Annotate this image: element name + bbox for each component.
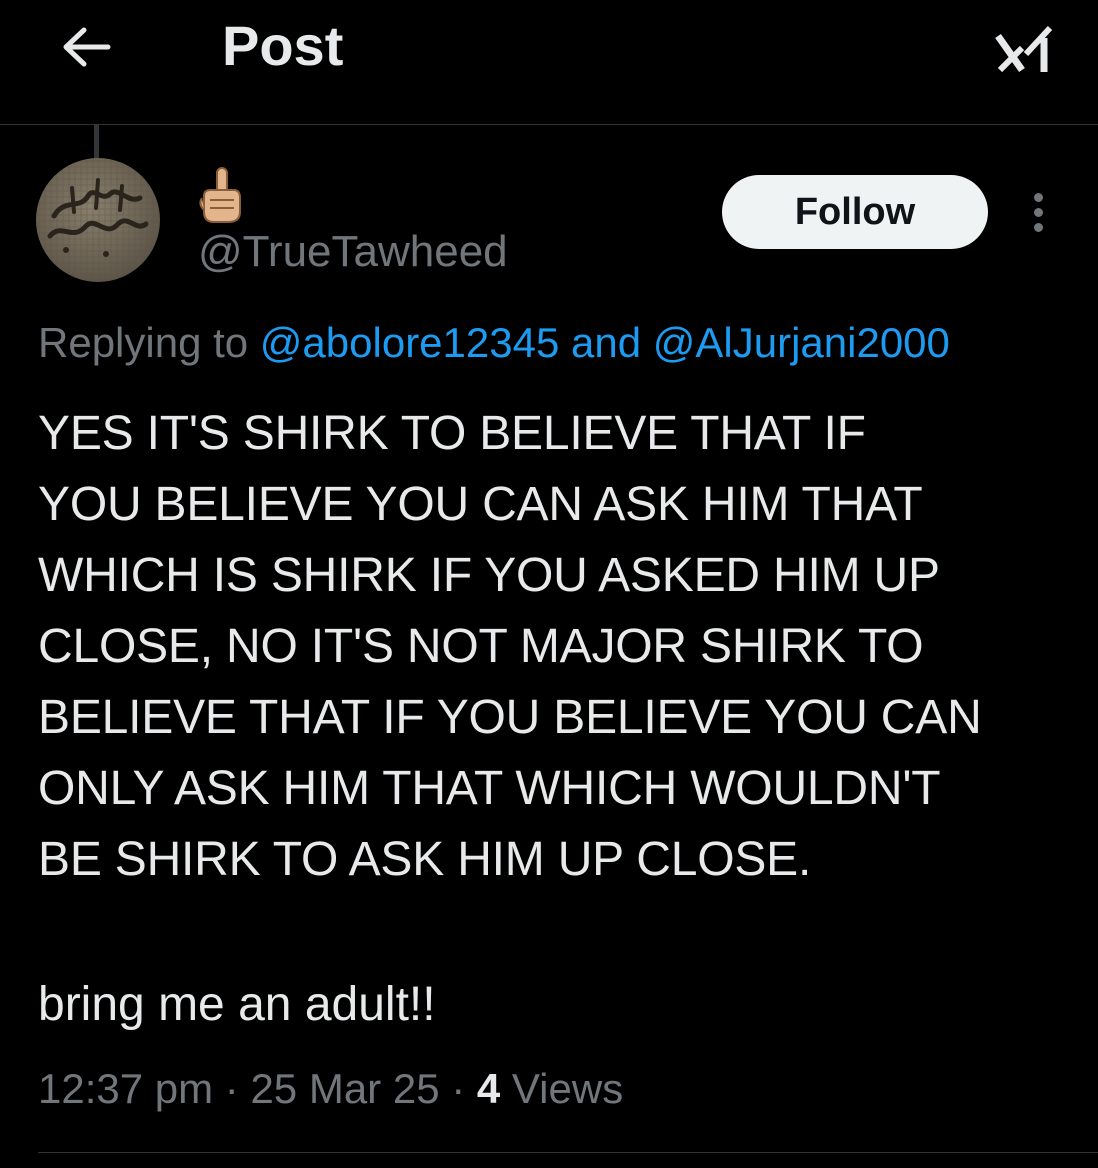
post-date[interactable]: 25 Mar 25 <box>250 1065 439 1112</box>
avatar[interactable] <box>36 158 160 282</box>
more-vertical-icon <box>1033 192 1043 202</box>
grok-button[interactable] <box>990 22 1058 78</box>
post-time[interactable]: 12:37 pm <box>38 1065 213 1112</box>
back-button[interactable] <box>58 20 114 74</box>
views-count: 4 <box>476 1065 501 1112</box>
grok-icon <box>995 25 1053 73</box>
author-handle[interactable]: @TrueTawheed <box>198 226 508 278</box>
mention-link[interactable]: @abolore12345 <box>260 319 560 366</box>
display-name-emoji <box>196 166 246 226</box>
views-label: Views <box>500 1065 624 1112</box>
follow-button[interactable]: Follow <box>722 175 988 249</box>
top-bar: Post <box>0 0 1098 125</box>
replying-to-conjunction: and <box>559 319 653 366</box>
post-meta: 12:37 pm · 25 Mar 25 · 4 Views <box>38 1060 623 1118</box>
arrow-left-icon <box>63 27 111 67</box>
more-options-button[interactable] <box>1020 186 1056 238</box>
thread-connector <box>94 125 99 159</box>
replying-to: Replying to @abolore12345 and @AlJurjani… <box>38 314 950 372</box>
meta-separator: · <box>213 1065 251 1112</box>
mention-link[interactable]: @AlJurjani2000 <box>653 319 950 366</box>
index-pointing-up-icon <box>199 167 241 223</box>
page-title: Post <box>222 14 344 77</box>
post-text: YES IT'S SHIRK TO BELIEVE THAT IF YOU BE… <box>38 398 1068 895</box>
post-text-main: YES IT'S SHIRK TO BELIEVE THAT IF YOU BE… <box>38 407 982 886</box>
post-text-secondary: bring me an adult!! <box>38 978 436 1031</box>
replying-to-label: Replying to <box>38 319 260 366</box>
avatar-calligraphy-image <box>36 158 160 282</box>
meta-separator: · <box>439 1065 477 1112</box>
divider <box>38 1152 1098 1153</box>
